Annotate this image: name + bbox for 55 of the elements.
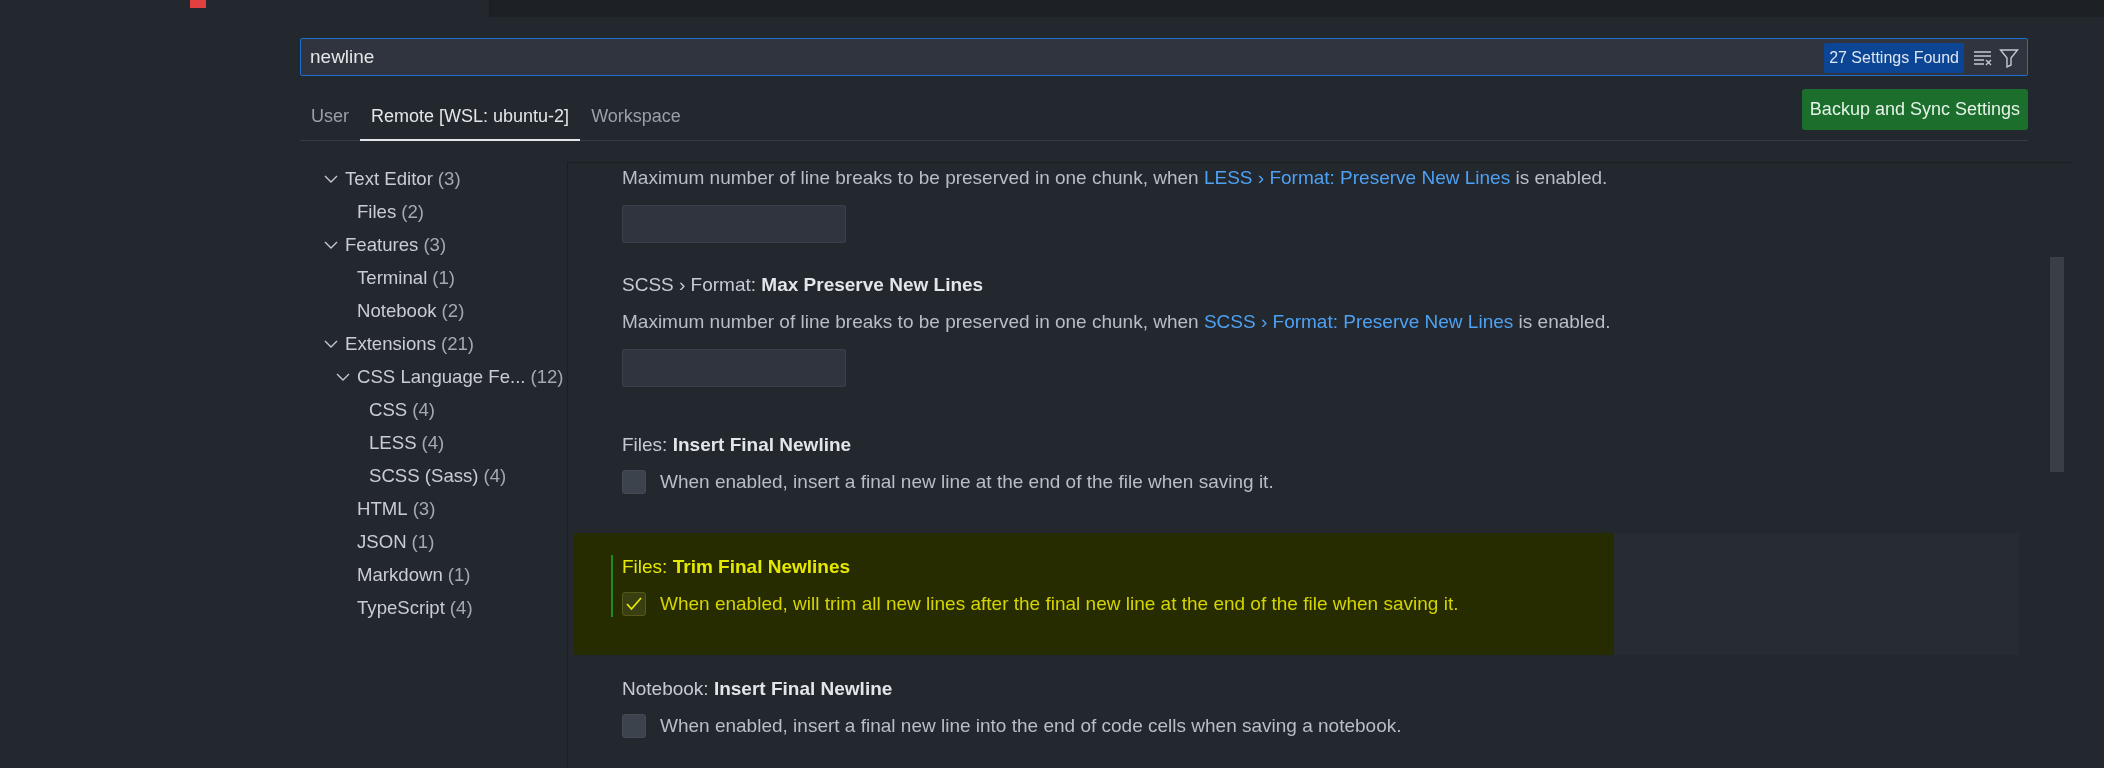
item-count: (12) — [530, 364, 564, 389]
item-count: (1) — [447, 562, 471, 587]
number-input[interactable] — [622, 349, 846, 387]
item-count: (1) — [411, 529, 435, 554]
tree-item[interactable]: JSON — [357, 527, 407, 556]
item-count: (1) — [432, 265, 455, 290]
chevron-down-icon[interactable] — [324, 239, 338, 250]
tree-item[interactable]: Markdown — [357, 560, 443, 589]
scrollbar-thumb[interactable] — [2050, 257, 2064, 472]
setting-link[interactable]: SCSS › Format: Preserve New Lines — [1203, 311, 1514, 332]
settings-tab[interactable]: User — [300, 103, 360, 141]
results-count: 27 Settings Found — [1824, 43, 1964, 73]
number-input[interactable] — [622, 205, 846, 243]
tree-item[interactable]: TypeScript — [357, 593, 445, 622]
tree-item[interactable]: Terminal — [357, 263, 428, 292]
tree-item[interactable]: CSS Language Fe... — [357, 362, 526, 391]
item-count: (4) — [449, 595, 473, 620]
setting-title: SCSS › Format: Max Preserve New Lines — [622, 273, 985, 297]
setting-description: When enabled, insert a final new line into the end of code cells when saving a notebook. — [660, 714, 1402, 738]
chevron-down-icon[interactable] — [336, 371, 350, 382]
item-count: (2) — [441, 298, 465, 323]
settings-tab[interactable]: Workspace — [580, 103, 692, 141]
setting-title: Files: Insert Final Newline — [622, 433, 853, 457]
tree-item[interactable]: Notebook — [357, 296, 437, 325]
tree-item[interactable]: Features — [345, 230, 419, 259]
settings-tab[interactable]: Remote [WSL: ubuntu-2] — [360, 103, 581, 141]
chevron-down-icon[interactable] — [324, 173, 338, 184]
setting-description: Maximum number of line breaks to be preserved in one chunk, when SCSS › Format: Preserve New Lines is enabled. — [622, 310, 1611, 334]
setting-link[interactable]: LESS › Format: Preserve New Lines — [1203, 167, 1511, 188]
item-count: (21) — [440, 331, 475, 356]
item-count: (3) — [423, 232, 447, 257]
tree-item[interactable]: LESS — [369, 428, 417, 457]
setting-title: Files: Trim Final Newlines — [622, 555, 852, 579]
item-count: (2) — [401, 199, 424, 224]
tree-item[interactable]: SCSS (Sass) — [369, 461, 479, 490]
tree-item[interactable]: HTML — [357, 494, 408, 523]
item-count: (4) — [421, 430, 445, 455]
tree-item[interactable]: Text Editor — [345, 164, 433, 193]
setting-title: Notebook: Insert Final Newline — [622, 677, 894, 701]
setting-description: Maximum number of line breaks to be preserved in one chunk, when LESS › Format: Preserve New Lines is enabled. — [622, 166, 1608, 190]
tree-item[interactable]: Files — [357, 197, 397, 226]
file-icon — [190, 0, 206, 8]
item-count: (4) — [412, 397, 435, 422]
checkbox[interactable] — [622, 470, 646, 494]
tree-item[interactable]: Extensions — [345, 329, 436, 358]
checkbox[interactable] — [622, 714, 646, 738]
chevron-down-icon[interactable] — [324, 338, 338, 349]
setting-description: When enabled, insert a final new line at the end of the file when saving it. — [660, 470, 1274, 494]
checkbox[interactable] — [622, 592, 646, 616]
item-count: (4) — [483, 463, 507, 488]
backup-sync-button[interactable]: Backup and Sync Settings — [1801, 89, 2028, 130]
item-count: (3) — [412, 496, 436, 521]
tree-item[interactable]: CSS — [369, 395, 408, 424]
setting-description: When enabled, will trim all new lines after the final new line at the end of the file when saving it. — [660, 592, 1459, 616]
item-count: (3) — [437, 166, 461, 191]
